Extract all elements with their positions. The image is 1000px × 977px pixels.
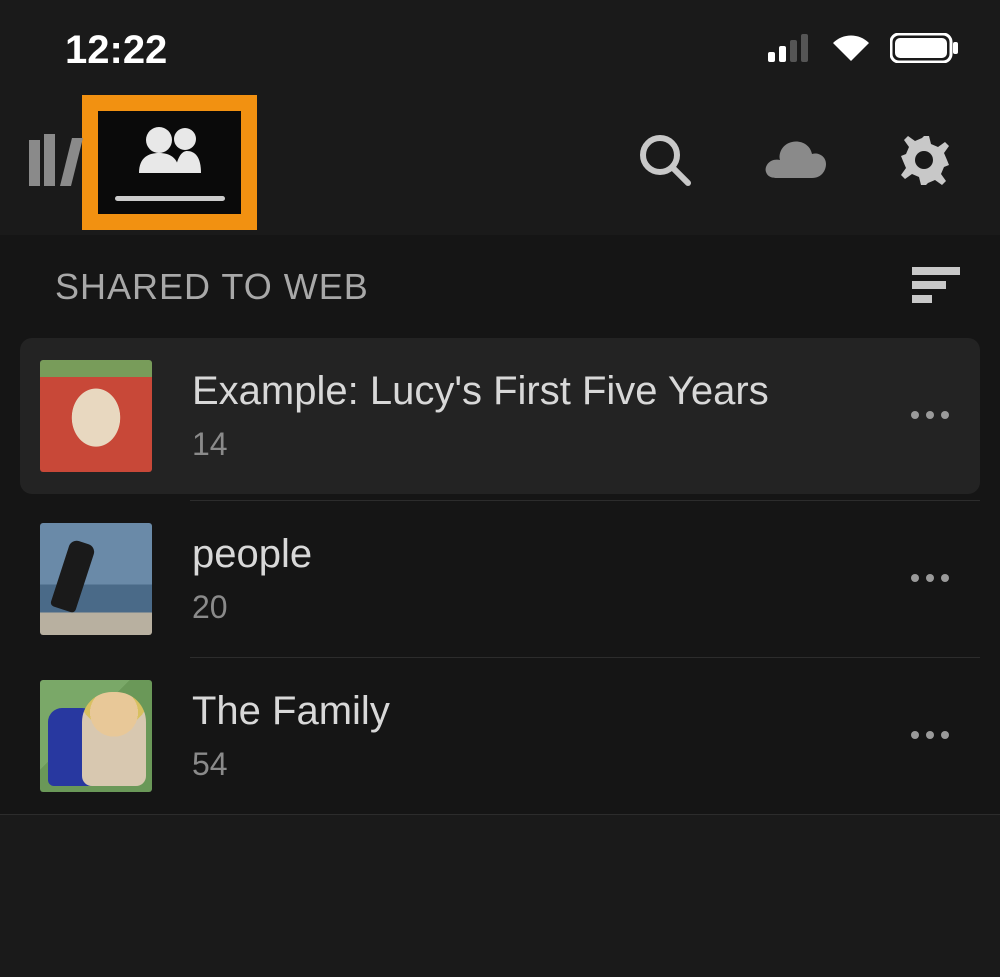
item-text: The Family 54 [192,689,860,783]
item-more-button[interactable] [900,397,960,435]
item-count: 14 [192,426,860,463]
item-thumbnail [40,523,152,635]
item-thumbnail [40,680,152,792]
status-time: 12:22 [65,28,167,73]
status-icons [768,33,960,68]
library-icon [27,134,83,191]
more-icon [910,407,950,424]
cloud-button[interactable] [762,138,828,187]
list-item[interactable]: The Family 54 [20,658,980,814]
item-more-button[interactable] [900,560,960,598]
wifi-icon [830,33,872,68]
battery-icon [890,33,960,68]
active-tab-underline [115,196,225,201]
item-more-button[interactable] [900,717,960,755]
sort-icon [912,265,960,308]
item-text: people 20 [192,532,860,626]
item-text: Example: Lucy's First Five Years 14 [192,369,860,463]
library-tab[interactable] [20,108,90,218]
cellular-signal-icon [768,34,812,67]
gear-icon [898,134,950,191]
search-icon [638,133,692,192]
sort-button[interactable] [912,265,960,308]
more-icon [910,570,950,587]
item-title: people [192,532,860,577]
item-title: The Family [192,689,860,734]
item-count: 54 [192,746,860,783]
search-button[interactable] [638,133,692,192]
status-bar: 12:22 [0,0,1000,90]
list-item[interactable]: Example: Lucy's First Five Years 14 [20,338,980,494]
item-title: Example: Lucy's First Five Years [192,369,860,414]
people-icon [135,125,205,178]
section-header: SHARED TO WEB [0,235,1000,338]
shared-list: Example: Lucy's First Five Years 14 peop… [0,338,1000,814]
more-icon [910,727,950,744]
section-title: SHARED TO WEB [55,266,369,308]
cloud-icon [762,138,828,187]
list-item[interactable]: people 20 [20,501,980,657]
toolbar [0,90,1000,235]
divider [0,814,1000,815]
settings-button[interactable] [898,134,950,191]
item-thumbnail [40,360,152,472]
item-count: 20 [192,589,860,626]
shared-tab-highlight [82,95,257,230]
shared-tab[interactable] [115,125,225,201]
